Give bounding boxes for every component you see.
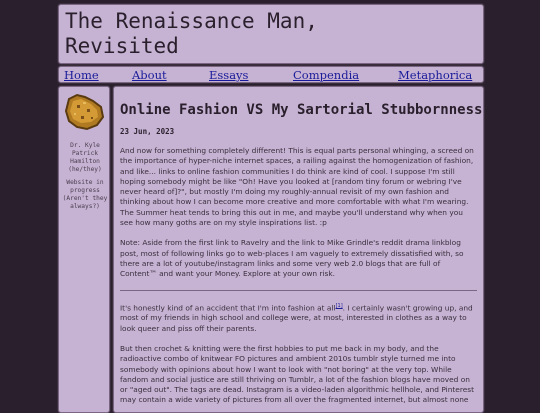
site-header: The Renaissance Man, Revisited xyxy=(58,4,484,64)
nav-about-link[interactable]: About xyxy=(132,68,167,82)
site-status: Website in progress (Aren't they always?… xyxy=(62,179,108,210)
author-name: Dr. Kyle Patrick Hamilton (he/they) xyxy=(68,142,102,173)
post-paragraph: It's honestly kind of an accident that I… xyxy=(120,301,477,334)
nav-home-link[interactable]: Home xyxy=(64,68,99,82)
footnote-link[interactable]: [1] xyxy=(336,303,343,309)
sidebar: Dr. Kyle Patrick Hamilton (he/they) Webs… xyxy=(58,86,110,413)
nav-compendia-link[interactable]: Compendia xyxy=(293,68,359,82)
post-paragraph: But then crochet & knitting were the fir… xyxy=(120,343,474,405)
post-paragraph: And now for something completely differe… xyxy=(120,146,474,228)
nav-metaphorica-link[interactable]: Metaphorica xyxy=(398,68,472,82)
nav-essays-link[interactable]: Essays xyxy=(209,68,248,82)
paragraph-text: It's honestly kind of an accident that I… xyxy=(120,303,336,313)
post-title: Online Fashion VS My Sartorial Stubbornn… xyxy=(120,102,483,118)
site-title: The Renaissance Man, Revisited xyxy=(65,9,318,58)
main-nav: Home About Essays Compendia Metaphorica xyxy=(58,66,484,83)
potato-avatar-icon xyxy=(64,93,105,131)
post-content: Online Fashion VS My Sartorial Stubbornn… xyxy=(113,86,484,413)
post-note: Note: Aside from the first link to Ravel… xyxy=(120,238,464,279)
section-divider xyxy=(120,289,477,291)
post-date: 23 Jun, 2023 xyxy=(120,127,175,136)
